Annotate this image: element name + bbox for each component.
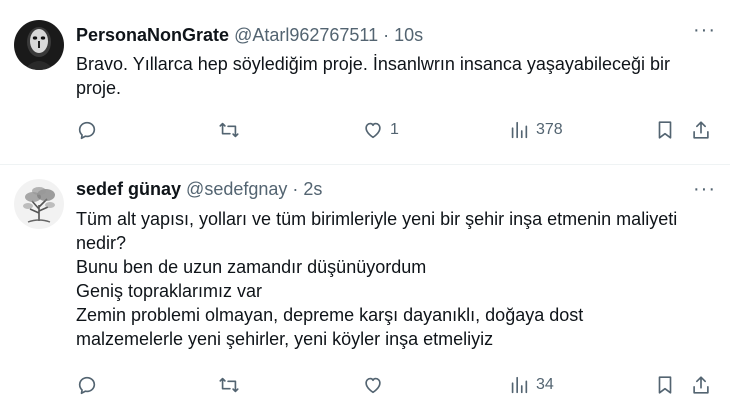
tweet-text-line: Geniş topraklarımız var (76, 281, 263, 301)
share-icon (693, 376, 709, 394)
views-button[interactable]: 34 (508, 373, 554, 397)
tweet-text-line: Bravo. Yıllarca hep söylediğim proje. İn… (76, 54, 670, 74)
like-button[interactable] (362, 373, 384, 397)
action-bar: 34 (76, 373, 716, 397)
avatar[interactable] (14, 179, 64, 229)
user-handle[interactable]: @Atarl962767511 (234, 25, 378, 45)
retweet-icon (219, 377, 239, 393)
masked-figure-avatar-icon (14, 20, 64, 70)
user-handle[interactable]: @sedefgnay (186, 179, 287, 199)
retweet-button[interactable] (218, 118, 240, 142)
tweet-text-line: Tüm alt yapısı, yolları ve tüm birimleri… (76, 209, 678, 229)
views-icon (511, 376, 528, 394)
bookmark-icon (658, 376, 672, 394)
tweet-header: sedef günay @sedefgnay · 2s (76, 178, 322, 200)
bookmark-button[interactable] (654, 118, 676, 142)
tweet[interactable]: sedef günay @sedefgnay · 2s ··· Tüm alt … (0, 165, 730, 420)
display-name[interactable]: PersonaNonGrate (76, 25, 229, 45)
reply-button[interactable] (76, 118, 98, 142)
action-bar: 1 378 (76, 118, 716, 142)
separator-dot: · (292, 179, 299, 199)
timestamp[interactable]: 10s (394, 25, 423, 45)
reply-button[interactable] (76, 373, 98, 397)
reply-icon (78, 121, 96, 140)
retweet-button[interactable] (218, 373, 240, 397)
like-icon (365, 122, 381, 139)
tweet[interactable]: PersonaNonGrate @Atarl962767511 · 10s ··… (0, 0, 730, 164)
tweet-header: PersonaNonGrate @Atarl962767511 · 10s (76, 24, 423, 46)
avatar[interactable] (14, 20, 64, 70)
retweet-icon (219, 122, 239, 138)
share-button[interactable] (690, 373, 712, 397)
like-count: 1 (390, 121, 399, 138)
like-icon (365, 377, 381, 394)
views-icon (511, 121, 528, 139)
tweet-text-line: proje. (76, 78, 122, 98)
bookmark-icon (658, 121, 672, 139)
bookmark-button[interactable] (654, 373, 676, 397)
timestamp[interactable]: 2s (303, 179, 322, 199)
views-count: 34 (536, 376, 554, 393)
reply-feed: PersonaNonGrate @Atarl962767511 · 10s ··… (0, 0, 730, 420)
views-count: 378 (536, 121, 563, 138)
views-button[interactable]: 378 (508, 118, 563, 142)
tweet-text-line: nedir? (76, 233, 127, 253)
more-icon[interactable]: ··· (693, 20, 716, 40)
tree-sketch-avatar-icon (14, 179, 64, 229)
share-icon (693, 121, 709, 139)
more-icon[interactable]: ··· (693, 179, 716, 199)
tweet-text: Tüm alt yapısı, yolları ve tüm birimleri… (76, 207, 716, 351)
separator-dot: · (383, 25, 390, 45)
reply-icon (78, 376, 96, 395)
tweet-text: Bravo. Yıllarca hep söylediğim proje. İn… (76, 52, 716, 100)
display-name[interactable]: sedef günay (76, 179, 181, 199)
tweet-text-line: Zemin problemi olmayan, depreme karşı da… (76, 305, 584, 325)
like-button[interactable]: 1 (362, 118, 399, 142)
tweet-text-line: Bunu ben de uzun zamandır düşünüyordum (76, 257, 427, 277)
tweet-text-line: malzemelerle yeni şehirler, yeni köyler … (76, 329, 494, 349)
share-button[interactable] (690, 118, 712, 142)
